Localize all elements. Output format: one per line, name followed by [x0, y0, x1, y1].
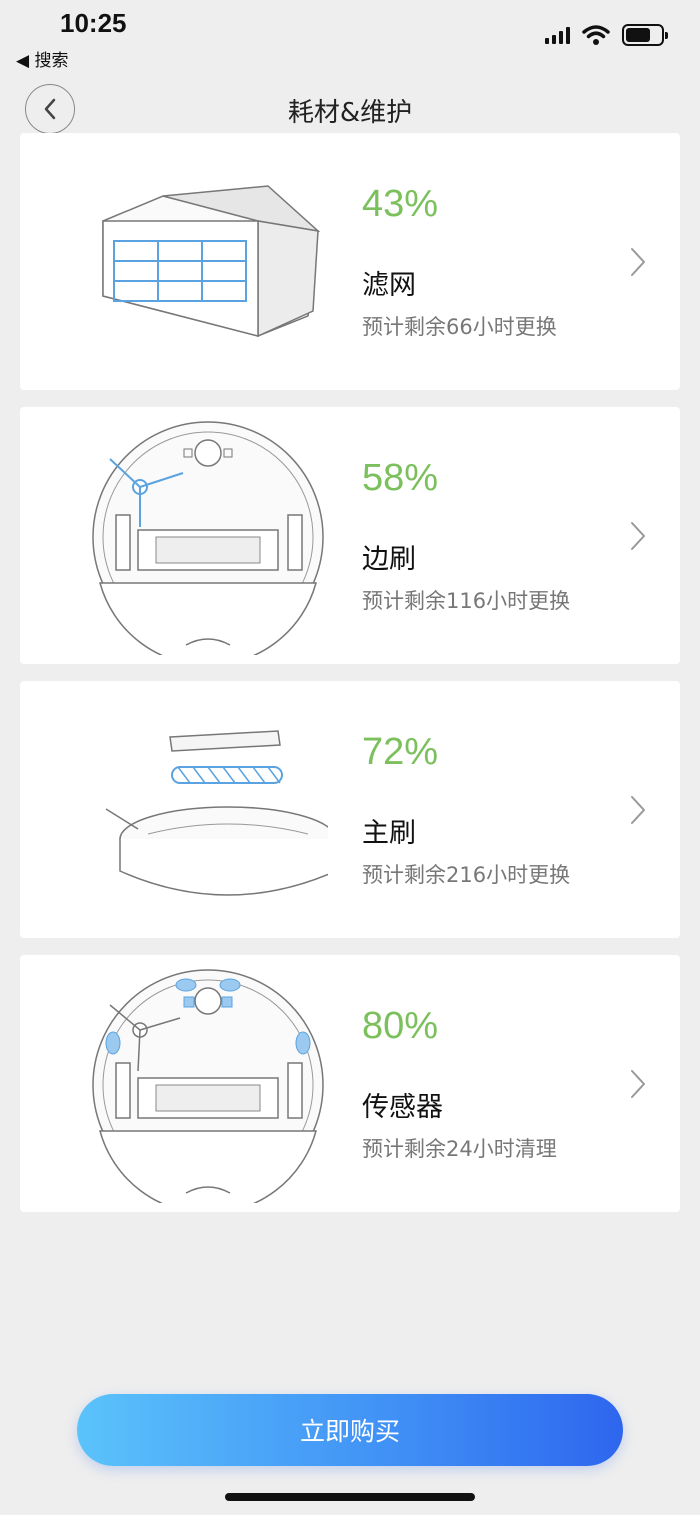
- chevron-right-icon: [631, 796, 645, 824]
- side-brush-percent: 58%: [362, 457, 439, 499]
- chevron-right-icon: [631, 1070, 645, 1098]
- signal-icon: [545, 26, 570, 44]
- main-brush-desc: 预计剩余216小时更换: [362, 863, 571, 887]
- consumable-card-sensor[interactable]: 80% 传感器 预计剩余24小时清理: [20, 955, 680, 1212]
- sensor-name: 传感器: [362, 1092, 443, 1123]
- sensor-icon: [92, 969, 324, 1203]
- main-brush-name: 主刷: [362, 818, 416, 849]
- battery-icon: [622, 24, 668, 46]
- side-brush-icon: [92, 421, 324, 655]
- filter-percent: 43%: [362, 183, 439, 225]
- side-brush-name: 边刷: [362, 544, 416, 575]
- page-title: 耗材&维护: [287, 98, 413, 128]
- filter-desc: 预计剩余66小时更换: [362, 315, 557, 339]
- home-indicator[interactable]: [225, 1493, 475, 1501]
- sensor-desc: 预计剩余24小时清理: [362, 1137, 557, 1161]
- main-brush-icon: [105, 730, 328, 896]
- status-icons: [545, 24, 668, 46]
- filter-name: 滤网: [362, 270, 416, 301]
- status-bar: 10:25 ◀ 搜索: [0, 0, 700, 80]
- wifi-icon: [582, 25, 610, 45]
- chevron-right-icon: [631, 522, 645, 550]
- main-brush-percent: 72%: [362, 731, 439, 773]
- sensor-percent: 80%: [362, 1005, 439, 1047]
- status-time: 10:25: [60, 8, 127, 38]
- filter-icon: [102, 185, 321, 338]
- consumable-card-side-brush[interactable]: 58% 边刷 预计剩余116小时更换: [20, 407, 680, 664]
- buy-now-button[interactable]: 立即购买: [77, 1394, 623, 1466]
- side-brush-desc: 预计剩余116小时更换: [362, 589, 571, 613]
- consumable-card-main-brush[interactable]: 72% 主刷 预计剩余216小时更换: [20, 681, 680, 938]
- chevron-right-icon: [631, 248, 645, 276]
- consumable-card-filter[interactable]: 43% 滤网 预计剩余66小时更换: [20, 133, 680, 390]
- back-to-search-link[interactable]: ◀ 搜索: [16, 46, 68, 71]
